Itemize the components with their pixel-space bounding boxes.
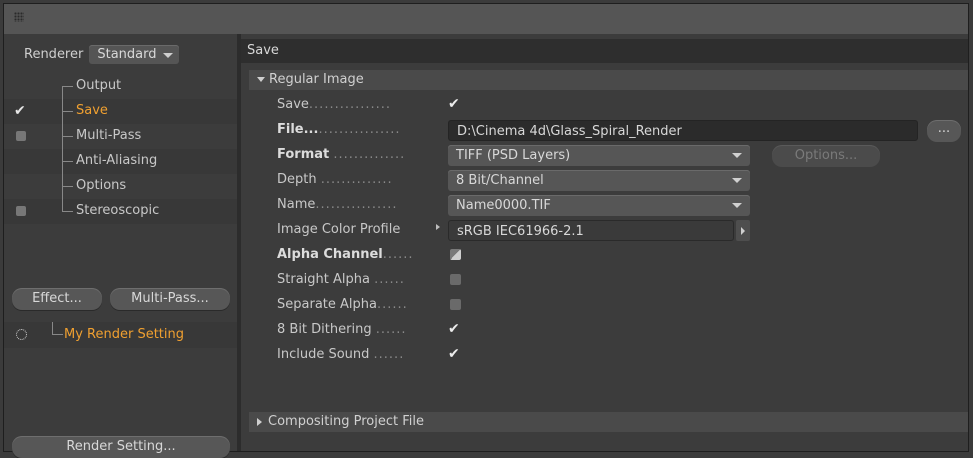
- renderer-dropdown[interactable]: Standard: [89, 44, 179, 64]
- renderer-row: Renderer Standard: [24, 44, 179, 64]
- section-label: Compositing Project File: [268, 414, 424, 429]
- render-setting-name: My Render Setting: [64, 327, 185, 342]
- depth-property-row: Depth ..............: [277, 169, 393, 191]
- color-profile-field[interactable]: sRGB IEC61966-2.1: [448, 220, 734, 241]
- attributes-panel: Save Regular Image Save................ …: [241, 34, 968, 451]
- property-dots: ......: [376, 297, 408, 312]
- save-checkbox[interactable]: ✔: [448, 97, 461, 111]
- sidebar-item-label: Output: [76, 78, 122, 93]
- tree-line: [62, 111, 73, 112]
- render-setting-item[interactable]: My Render Setting: [4, 322, 237, 348]
- sidebar-item-options[interactable]: Options: [4, 174, 237, 199]
- renderer-value: Standard: [97, 46, 157, 62]
- color-profile-property-row: Image Color Profile: [277, 219, 400, 241]
- property-label: Straight Alpha: [277, 272, 370, 287]
- property-dots: ................: [315, 197, 398, 212]
- property-label: Image Color Profile: [277, 222, 401, 237]
- section-label: Regular Image: [269, 72, 364, 87]
- expand-arrow-icon[interactable]: [436, 224, 440, 230]
- chevron-down-icon: [732, 178, 742, 183]
- format-value: TIFF (PSD Layers): [456, 148, 571, 163]
- separate-alpha-checkbox[interactable]: [450, 299, 461, 310]
- chevron-down-icon: [162, 52, 173, 58]
- render-settings-window: Renderer Standard Output ✔ Save Multi-Pa…: [3, 3, 969, 458]
- depth-value: 8 Bit/Channel: [456, 173, 544, 188]
- sidebar-item-stereoscopic[interactable]: Stereoscopic: [4, 199, 237, 224]
- tree-line: [62, 136, 73, 137]
- property-label: Include Sound: [277, 347, 370, 362]
- file-path-input[interactable]: D:\Cinema 4d\Glass_Spiral_Render: [448, 120, 918, 141]
- straight-alpha-checkbox[interactable]: [450, 274, 461, 285]
- render-setting-icon: [16, 329, 27, 340]
- include-sound-checkbox[interactable]: ✔: [448, 347, 461, 361]
- property-dots: ................: [308, 97, 392, 112]
- sidebar-item-label: Options: [76, 178, 127, 193]
- alpha-channel-property-row: Alpha Channel......: [277, 244, 414, 266]
- tree-line: [62, 186, 73, 187]
- chevron-down-icon: [732, 153, 742, 158]
- tree-line: [52, 322, 63, 335]
- format-property-row: Format ..............: [277, 144, 405, 166]
- format-options-button[interactable]: Options...: [772, 145, 880, 167]
- property-dots: ......: [382, 247, 414, 262]
- check-icon[interactable]: ✔: [14, 104, 28, 118]
- panel-title: Save: [241, 39, 968, 63]
- effect-button[interactable]: Effect...: [12, 288, 102, 310]
- property-label: 8 Bit Dithering: [277, 322, 372, 337]
- property-label: Format: [277, 147, 330, 162]
- sidebar-item-anti-aliasing[interactable]: Anti-Aliasing: [4, 149, 237, 174]
- settings-sidebar: Renderer Standard Output ✔ Save Multi-Pa…: [4, 34, 237, 458]
- browse-file-button[interactable]: ...: [927, 120, 961, 142]
- regular-image-section[interactable]: Regular Image: [249, 70, 968, 90]
- save-property-row: Save................: [277, 94, 391, 116]
- enable-checkbox[interactable]: [16, 206, 26, 216]
- tree-line: [62, 86, 73, 87]
- property-dots: ......: [374, 272, 405, 287]
- chevron-down-icon: [732, 203, 742, 208]
- property-dots: ................: [318, 122, 401, 137]
- sidebar-item-label: Stereoscopic: [76, 203, 160, 218]
- property-label: Separate Alpha: [277, 297, 377, 312]
- profile-menu-arrow-icon[interactable]: [736, 220, 750, 241]
- settings-tree: Output ✔ Save Multi-Pass Anti-Aliasing O…: [4, 74, 237, 224]
- tree-line: [62, 211, 73, 212]
- sidebar-item-label: Multi-Pass: [76, 128, 142, 143]
- property-dots: ..............: [333, 147, 406, 162]
- grip-handle-icon[interactable]: [14, 12, 24, 22]
- property-label: Save: [277, 97, 309, 112]
- file-property-row: File...................: [277, 119, 401, 141]
- name-property-row: Name................: [277, 194, 397, 216]
- include-sound-property-row: Include Sound ......: [277, 344, 404, 366]
- property-label: Depth: [277, 172, 317, 187]
- sidebar-item-multi-pass[interactable]: Multi-Pass: [4, 124, 237, 149]
- property-label: File...: [277, 122, 319, 137]
- dithering-checkbox[interactable]: ✔: [448, 322, 461, 336]
- name-format-dropdown[interactable]: Name0000.TIF: [448, 195, 750, 216]
- collapse-triangle-icon: [257, 417, 262, 426]
- property-label: Alpha Channel: [277, 247, 383, 262]
- tree-line: [62, 87, 63, 99]
- property-dots: ..............: [320, 172, 393, 187]
- tree-line: [62, 161, 73, 162]
- sidebar-item-label: Anti-Aliasing: [76, 153, 158, 168]
- property-label: Name: [277, 197, 316, 212]
- sidebar-item-save[interactable]: ✔ Save: [4, 99, 237, 124]
- sidebar-item-output[interactable]: Output: [4, 74, 237, 99]
- format-dropdown[interactable]: TIFF (PSD Layers): [448, 145, 750, 166]
- property-dots: ......: [373, 347, 405, 362]
- straight-alpha-property-row: Straight Alpha ......: [277, 269, 405, 291]
- name-format-value: Name0000.TIF: [456, 198, 551, 213]
- separate-alpha-property-row: Separate Alpha......: [277, 294, 408, 316]
- sidebar-item-label: Save: [76, 103, 108, 118]
- property-dots: ......: [375, 322, 407, 337]
- renderer-label: Renderer: [24, 46, 84, 62]
- enable-checkbox[interactable]: [16, 131, 26, 141]
- expand-triangle-icon: [257, 77, 265, 82]
- depth-dropdown[interactable]: 8 Bit/Channel: [448, 170, 750, 191]
- compositing-section[interactable]: Compositing Project File: [249, 412, 968, 432]
- alpha-channel-checkbox[interactable]: [450, 249, 461, 260]
- window-grip-bar[interactable]: [4, 4, 968, 34]
- dithering-property-row: 8 Bit Dithering ......: [277, 319, 407, 341]
- multi-pass-button[interactable]: Multi-Pass...: [110, 288, 230, 310]
